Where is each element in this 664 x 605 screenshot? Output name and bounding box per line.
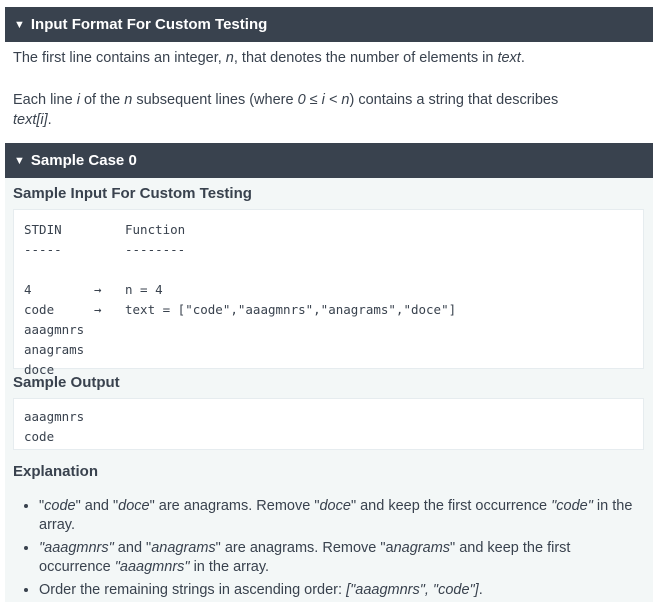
text-segment: in the	[592, 498, 633, 514]
function-line: --------	[125, 242, 186, 257]
sample-output-title: Sample Output	[13, 374, 120, 391]
text-segment: Each line	[13, 92, 77, 108]
text-segment: text[i]	[13, 112, 48, 128]
function-line: Function	[125, 222, 186, 237]
stdin-line: 4	[24, 282, 32, 297]
text-segment: of the	[79, 92, 125, 108]
stdin-line: STDIN	[24, 222, 62, 237]
input-format-para-1: The first line contains an integer, n, t…	[13, 48, 525, 68]
arrow-icon: →	[94, 282, 102, 297]
text-segment: code	[44, 498, 76, 514]
explanation-line: Order the remaining strings in ascending…	[39, 581, 659, 600]
text-segment: The first line contains an integer,	[13, 50, 226, 66]
text-segment: " and "	[75, 498, 119, 514]
text-segment: array.	[39, 516, 75, 533]
text-segment: "aaagmnrs"	[39, 540, 114, 556]
stdin-line: code	[24, 302, 55, 317]
text-segment: , that denotes the number of elements in	[233, 50, 498, 66]
problem-statement: ▼ Input Format For Custom Testing The fi…	[0, 0, 664, 602]
sample-input-code-block: STDIN Function ----- -------- 4 → n = 4 code → te…	[13, 209, 644, 377]
text-segment: ) contains a string that describes	[349, 92, 559, 108]
text-segment: anagrams	[151, 540, 216, 556]
function-line: text = ["code","aaagmnrs","anagrams","do…	[125, 302, 457, 317]
text-segment: .	[478, 582, 483, 598]
explanation-title: Explanation	[13, 463, 99, 480]
text-segment: Order the remaining strings in ascending…	[39, 582, 347, 598]
function-line: n = 4	[125, 282, 163, 297]
explanation-item: "aaagmnrs" and "anagrams" are anagrams. …	[39, 539, 659, 576]
sample-input-title: Sample Input For Custom Testing	[13, 185, 252, 202]
text-segment: text	[497, 50, 521, 66]
text-segment: .	[47, 112, 52, 128]
text-segment: " are anagrams. Remove "	[149, 498, 320, 514]
text-segment: nagrams	[393, 540, 451, 556]
text-segment: "aaagmnrs"	[114, 558, 190, 575]
sample-output-code-block: aaagmnrs code	[13, 398, 644, 450]
explanation-item: "code" and "doce" are anagrams. Remove "…	[39, 497, 659, 534]
input-format-para-2-line-2: text[i].	[13, 110, 52, 130]
explanation-item: Order the remaining strings in ascending…	[39, 581, 659, 600]
text-segment: occurrence	[39, 558, 115, 575]
explanation-line: occurrence "aaagmnrs" in the array.	[39, 558, 659, 577]
stdin-line: anagrams	[24, 342, 85, 357]
output-line: aaagmnrs	[24, 409, 85, 424]
text-segment: .	[520, 50, 525, 66]
output-line: code	[24, 429, 55, 444]
explanation-list: "code" and "doce" are anagrams. Remove "…	[13, 497, 659, 605]
input-format-header[interactable]: ▼ Input Format For Custom Testing	[5, 7, 653, 42]
input-format-title: Input Format For Custom Testing	[30, 16, 268, 33]
text-segment: subsequent lines (where	[132, 92, 298, 108]
explanation-line: "code" and "doce" are anagrams. Remove "…	[39, 497, 659, 516]
text-segment: ["aaagmnrs", "code"]	[346, 582, 479, 598]
text-segment: 0 ≤ i < n	[297, 92, 350, 108]
stdin-line: -----	[24, 242, 62, 257]
sample-case-title: Sample Case 0	[30, 152, 137, 169]
triangle-down-icon: ▼	[14, 154, 25, 167]
text-segment: in the array.	[189, 558, 270, 575]
text-segment: " and keep the first occurrence	[350, 498, 552, 514]
triangle-down-icon: ▼	[14, 18, 25, 31]
text-segment: doce	[319, 498, 351, 514]
text-segment: doce	[118, 498, 150, 514]
text-segment: and "	[113, 540, 152, 556]
input-format-para-2-line-1: Each line i of the n subsequent lines (w…	[13, 90, 558, 110]
arrow-icon: →	[94, 302, 102, 317]
sample-case-header[interactable]: ▼ Sample Case 0	[5, 143, 653, 178]
text-segment: " are anagrams. Remove "a	[215, 540, 394, 556]
explanation-line: array.	[39, 516, 659, 535]
stdin-line: aaagmnrs	[24, 322, 85, 337]
text-segment: " and keep the first	[450, 540, 571, 556]
explanation-line: "aaagmnrs" and "anagrams" are anagrams. …	[39, 539, 659, 558]
text-segment: n	[225, 50, 234, 66]
text-segment: "code"	[551, 498, 593, 514]
